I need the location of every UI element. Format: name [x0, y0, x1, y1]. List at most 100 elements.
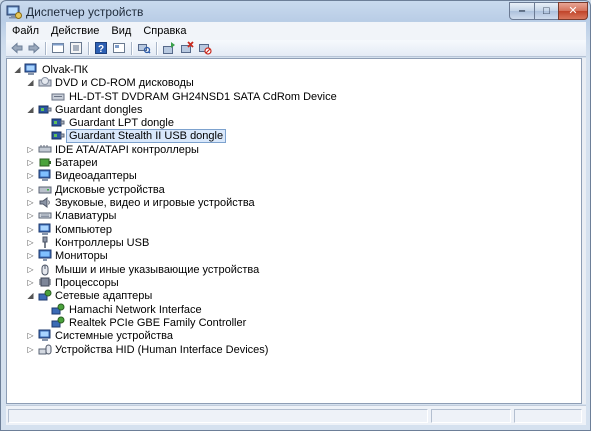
expand-arrow-icon[interactable]: ▷	[26, 145, 35, 154]
tree-item-system[interactable]: ▷ Системные устройства	[7, 329, 407, 343]
monitor-icon	[38, 249, 52, 261]
expand-arrow-icon[interactable]: ▷	[26, 345, 35, 354]
tree-item-usb[interactable]: ▷ Контроллеры USB	[7, 236, 407, 250]
expand-arrow-icon[interactable]: ▷	[26, 251, 35, 260]
tree-item-guardant-usb[interactable]: Guardant Stealth II USB dongle	[7, 129, 407, 143]
tree-item-mice[interactable]: ▷ Мыши и иные указывающие устройства	[7, 263, 407, 277]
tree-item-label: IDE ATA/ATAPI контроллеры	[55, 144, 199, 156]
expand-arrow-icon[interactable]: ▷	[26, 198, 35, 207]
tree-item-label: Процессоры	[55, 277, 119, 289]
status-pane-2	[431, 409, 511, 423]
tree-item-label: Видеоадаптеры	[55, 170, 137, 182]
forward-icon[interactable]	[27, 41, 41, 55]
tree-item-label: Клавиатуры	[55, 210, 117, 222]
dvd-device-icon	[51, 93, 65, 101]
tree-item-label: Системные устройства	[55, 330, 174, 342]
menu-file[interactable]: Файл	[6, 22, 45, 40]
collapse-arrow-icon[interactable]: ◢	[26, 291, 35, 300]
tree-root[interactable]: ◢ Olvak-ПК	[7, 63, 407, 77]
close-icon: ✕	[568, 5, 578, 17]
menu-bar: Файл Действие Вид Справка	[6, 22, 586, 40]
tree-item-label: Компьютер	[55, 224, 112, 236]
tree-item-disks[interactable]: ▷ Дисковые устройства	[7, 183, 407, 197]
disable-icon[interactable]	[198, 41, 212, 55]
tree-item-computer[interactable]: ▷ Компьютер	[7, 223, 407, 237]
status-pane-3	[514, 409, 582, 423]
menu-action[interactable]: Действие	[45, 22, 105, 40]
collapse-arrow-icon[interactable]: ◢	[26, 105, 35, 114]
processor-icon	[39, 277, 51, 287]
menu-view[interactable]: Вид	[105, 22, 137, 40]
tree-item-realtek[interactable]: Realtek PCIe GBE Family Controller	[7, 316, 407, 330]
tree-item-label: Guardant LPT dongle	[69, 117, 174, 129]
tree-item-label: Guardant dongles	[55, 104, 143, 116]
disk-drive-icon	[38, 186, 52, 194]
tree-item-dvd-device[interactable]: HL-DT-ST DVDRAM GH24NSD1 SATA CdRom Devi…	[7, 90, 407, 104]
tree-item-label: Звуковые, видео и игровые устройства	[55, 197, 255, 209]
tree-item-guardant[interactable]: ◢ Guardant dongles	[7, 103, 407, 117]
tree-item-dvd[interactable]: ◢ DVD и CD-ROM дисководы	[7, 76, 407, 90]
tree-item-network[interactable]: ◢ Сетевые адаптеры	[7, 289, 407, 303]
usb-icon	[42, 236, 48, 248]
tree-item-ide[interactable]: ▷ IDE ATA/ATAPI контроллеры	[7, 143, 407, 157]
expand-arrow-icon[interactable]: ▷	[26, 265, 35, 274]
uninstall-icon[interactable]	[180, 41, 194, 55]
network-adapter-icon	[38, 289, 52, 301]
help-icon[interactable]: ?	[94, 41, 108, 55]
status-bar	[6, 405, 586, 425]
scan-hardware-icon[interactable]	[137, 41, 151, 55]
close-button[interactable]: ✕	[558, 2, 588, 20]
device-manager-icon	[6, 5, 22, 19]
keyboard-icon	[38, 212, 52, 219]
view-icon[interactable]	[69, 41, 83, 55]
tree-item-monitors[interactable]: ▷ Мониторы	[7, 249, 407, 263]
computer-icon	[38, 223, 51, 235]
tree-item-batteries[interactable]: ▷ Батареи	[7, 156, 407, 170]
tree-item-hid[interactable]: ▷ Устройства HID (Human Interface Device…	[7, 343, 407, 357]
show-hidden-icon[interactable]	[112, 41, 126, 55]
sound-icon	[39, 197, 50, 208]
toolbar: ?	[6, 40, 586, 57]
expand-arrow-icon[interactable]: ▷	[26, 278, 35, 287]
tree-item-processors[interactable]: ▷ Процессоры	[7, 276, 407, 290]
tree-item-hamachi[interactable]: Hamachi Network Interface	[7, 303, 407, 317]
dvd-drive-icon	[38, 77, 52, 87]
dongle-icon	[51, 131, 65, 140]
network-device-icon	[51, 316, 65, 328]
svg-text:?: ?	[98, 44, 104, 55]
tree-item-label: DVD и CD-ROM дисководы	[55, 77, 194, 89]
maximize-button[interactable]: □	[534, 2, 559, 20]
status-pane-main	[8, 409, 428, 423]
battery-icon	[39, 158, 51, 167]
tree-item-keyboards[interactable]: ▷ Клавиатуры	[7, 209, 407, 223]
collapse-arrow-icon[interactable]: ◢	[26, 78, 35, 87]
expand-arrow-icon[interactable]: ▷	[26, 158, 35, 167]
collapse-arrow-icon[interactable]: ◢	[13, 65, 22, 74]
expand-arrow-icon[interactable]: ▷	[26, 185, 35, 194]
menu-help[interactable]: Справка	[137, 22, 192, 40]
tree-item-label: Мыши и иные указывающие устройства	[55, 264, 260, 276]
minimize-icon: ‒	[518, 5, 526, 17]
tree-item-video[interactable]: ▷ Видеоадаптеры	[7, 169, 407, 183]
expand-arrow-icon[interactable]: ▷	[26, 238, 35, 247]
expand-arrow-icon[interactable]: ▷	[26, 331, 35, 340]
properties-icon[interactable]	[51, 41, 65, 55]
expand-arrow-icon[interactable]: ▷	[26, 225, 35, 234]
minimize-button[interactable]: ‒	[509, 2, 535, 20]
device-tree[interactable]: ◢ Olvak-ПК ◢ DVD и CD-ROM дисководы HL-D…	[6, 58, 582, 404]
back-icon[interactable]	[10, 41, 24, 55]
vertical-scrollbar-track[interactable]	[582, 58, 586, 404]
network-device-icon	[51, 303, 65, 315]
tree-item-sound[interactable]: ▷ Звуковые, видео и игровые устройства	[7, 196, 407, 210]
expand-arrow-icon[interactable]: ▷	[26, 211, 35, 220]
mouse-icon	[41, 264, 49, 276]
system-device-icon	[38, 329, 51, 341]
tree-item-label: Realtek PCIe GBE Family Controller	[69, 317, 247, 329]
tree-root-label: Olvak-ПК	[42, 64, 89, 76]
maximize-icon: □	[543, 5, 550, 17]
update-driver-icon[interactable]	[162, 41, 176, 55]
title-bar[interactable]: Диспетчер устройств ‒ □ ✕	[1, 1, 590, 22]
tree-item-guardant-lpt[interactable]: Guardant LPT dongle	[7, 116, 407, 130]
expand-arrow-icon[interactable]: ▷	[26, 171, 35, 180]
tree-item-label: HL-DT-ST DVDRAM GH24NSD1 SATA CdRom Devi…	[69, 91, 337, 103]
